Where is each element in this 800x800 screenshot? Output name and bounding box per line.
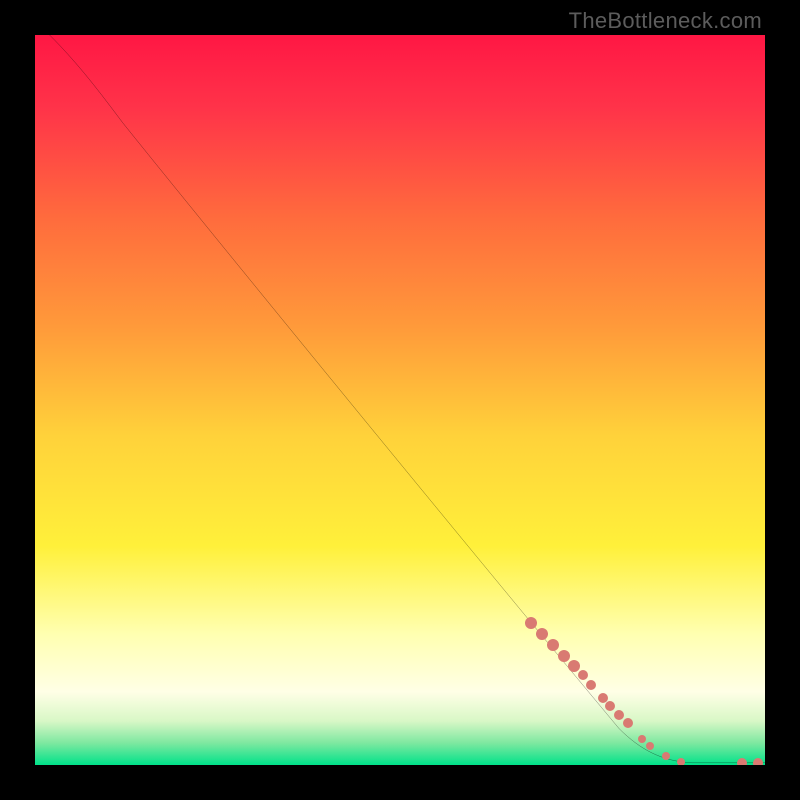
watermark-text: TheBottleneck.com [569, 8, 762, 34]
marker-dot [614, 710, 624, 720]
marker-dot [578, 670, 588, 680]
marker-dot [677, 758, 685, 765]
marker-dot [547, 639, 559, 651]
marker-dot [568, 660, 580, 672]
marker-dot [638, 735, 646, 743]
marker-dot [536, 628, 548, 640]
chart-frame [35, 35, 765, 765]
marker-dot [605, 701, 615, 711]
marker-dot [737, 758, 747, 765]
marker-dot [646, 742, 654, 750]
marker-dot [525, 617, 537, 629]
marker-dot [662, 752, 670, 760]
marker-dots-layer [35, 35, 765, 765]
marker-dot [623, 718, 633, 728]
marker-dot [558, 650, 570, 662]
marker-dot [753, 758, 763, 765]
marker-dot [586, 680, 596, 690]
